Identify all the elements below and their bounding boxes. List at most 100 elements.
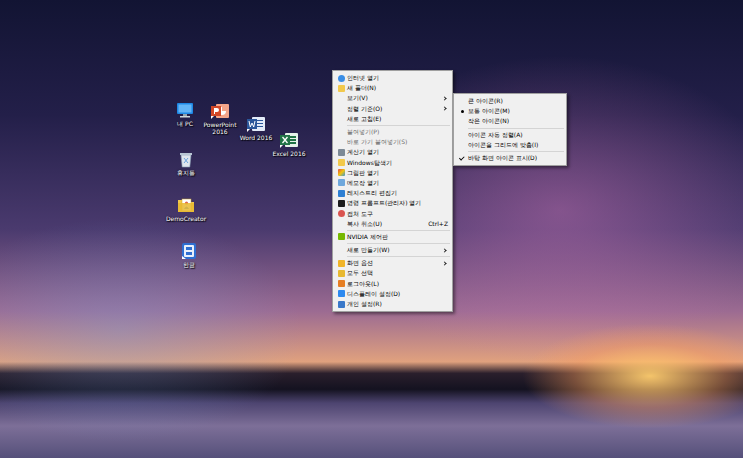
powerpoint-icon[interactable] (210, 101, 230, 121)
radio-menu-item[interactable]: 보통 아이콘(M) (454, 106, 566, 116)
desktop-icon-label[interactable]: 한글 (183, 262, 195, 269)
menu-item[interactable]: 복사 취소(U) Ctrl+Z (333, 219, 452, 229)
desktop-icon[interactable]: 내 PC (163, 100, 207, 128)
menu-item-label[interactable]: 아이콘 자동 정렬(A) (468, 132, 562, 138)
menu-item[interactable]: 새 폴더(N) (333, 83, 452, 93)
menu-item-label[interactable]: 보기(V) (347, 95, 443, 101)
desktop-icon[interactable]: Excel 2016 (267, 130, 311, 158)
menu-item[interactable]: 인터넷 열기 (333, 73, 452, 83)
menu-item[interactable]: Windows탐색기 (333, 158, 452, 168)
paint-icon (338, 169, 345, 176)
menu-item[interactable]: 로그아웃(L) (333, 279, 452, 289)
folder-app-icon[interactable] (176, 195, 196, 215)
menu-item-label: 붙여넣기(P) (347, 129, 448, 135)
menu-item[interactable]: 캡처 도구 (333, 208, 452, 218)
menu-item-label[interactable]: 개인 설정(R) (347, 301, 448, 307)
submenu-arrow-icon (442, 248, 446, 252)
checkmark-icon (458, 154, 464, 160)
menu-item-label[interactable]: 바탕 화면 아이콘 표시(D) (468, 155, 562, 161)
menu-item-label[interactable]: 메모장 열기 (347, 180, 448, 186)
desktop[interactable]: 내 PC PowerPoint 2016Word 2016 Excel 2016 휴지… (0, 0, 743, 458)
menu-item-label[interactable]: 캡처 도구 (347, 211, 448, 217)
desktop-icon-label[interactable]: 내 PC (177, 121, 193, 128)
display-icon (338, 290, 345, 297)
menu-item-label[interactable]: Windows탐색기 (347, 160, 448, 166)
desktop-icon-label[interactable]: DemoCreator (166, 216, 206, 223)
terminal-icon (338, 200, 345, 207)
menu-item-label[interactable]: 아이콘을 그리드에 맞춤(I) (468, 142, 562, 148)
menu-item-label[interactable]: 큰 아이콘(R) (468, 98, 562, 104)
menu-item[interactable]: 메모장 열기 (333, 178, 452, 188)
menu-item-label[interactable]: NVIDIA 제어판 (347, 234, 448, 240)
menu-item-label[interactable]: 그림판 열기 (347, 170, 448, 176)
submenu-arrow-icon (442, 261, 446, 265)
desktop-icon-label[interactable]: Word 2016 (240, 135, 273, 142)
menu-separator (347, 256, 450, 257)
desktop-icon[interactable]: PowerPoint 2016 (198, 101, 242, 136)
hangul-icon[interactable] (179, 241, 199, 261)
logout-icon (338, 280, 345, 287)
personalize-icon (338, 301, 345, 308)
menu-item[interactable]: 디스플레이 설정(D) (333, 289, 452, 299)
desktop-icon-label[interactable]: PowerPoint 2016 (198, 122, 242, 136)
folder-icon (338, 85, 345, 92)
menu-item[interactable]: 정렬 기준(O) (333, 104, 452, 114)
menu-item-label[interactable]: 복사 취소(U) (347, 221, 422, 227)
menu-item-label[interactable]: 작은 아이콘(N) (468, 118, 562, 124)
menu-separator (347, 243, 450, 244)
computer-icon[interactable] (175, 100, 195, 120)
desktop-icon[interactable]: Word 2016 (234, 114, 278, 142)
desktop-icon[interactable]: DemoCreator (164, 195, 208, 223)
menu-item[interactable]: 새로 만들기(W) (333, 245, 452, 255)
menu-item[interactable]: 레지스트리 편집기 (333, 188, 452, 198)
calculator-icon (338, 149, 345, 156)
nvidia-icon (338, 233, 345, 240)
menu-item-label[interactable]: 인터넷 열기 (347, 75, 448, 81)
globe-icon (338, 75, 345, 82)
radio-menu-item[interactable]: 작은 아이콘(N) (454, 116, 566, 126)
menu-item-label[interactable]: 계산기 열기 (347, 149, 448, 155)
desktop-icon[interactable]: 휴지통 (164, 149, 208, 177)
select-all-icon (338, 270, 345, 277)
radio-menu-item[interactable]: 큰 아이콘(R) (454, 96, 566, 106)
menu-separator (468, 128, 564, 129)
check-menu-item[interactable]: 아이콘을 그리드에 맞춤(I) (454, 140, 566, 150)
menu-item-label[interactable]: 정렬 기준(O) (347, 106, 443, 112)
notepad-icon (338, 179, 345, 186)
menu-item-label[interactable]: 레지스트리 편집기 (347, 190, 448, 196)
menu-item[interactable]: 명령 프롬프트(관리자) 열기 (333, 198, 452, 208)
scissors-icon (338, 210, 345, 217)
menu-item[interactable]: 계산기 열기 (333, 147, 452, 157)
menu-item[interactable]: NVIDIA 제어판 (333, 232, 452, 242)
radio-dot-icon (461, 110, 464, 113)
desktop-icon-label[interactable]: 휴지통 (177, 170, 195, 177)
menu-item-label[interactable]: 새로 고침(E) (347, 116, 448, 122)
word-icon[interactable] (246, 114, 266, 134)
menu-item-label[interactable]: 새 폴더(N) (347, 85, 448, 91)
menu-item-label[interactable]: 보통 아이콘(M) (468, 108, 562, 114)
menu-item[interactable]: 보기(V) (333, 93, 452, 103)
menu-item-label[interactable]: 로그아웃(L) (347, 281, 448, 287)
menu-separator (347, 230, 450, 231)
menu-item-label[interactable]: 화면 옵션 (347, 260, 443, 266)
menu-item-label[interactable]: 새로 만들기(W) (347, 247, 443, 253)
menu-item[interactable]: 그림판 열기 (333, 168, 452, 178)
excel-icon[interactable] (279, 130, 299, 150)
menu-item[interactable]: 모두 선택 (333, 268, 452, 278)
menu-item[interactable]: 개인 설정(R) (333, 299, 452, 309)
submenu-arrow-icon (442, 107, 446, 111)
menu-item[interactable]: 새로 고침(E) (333, 114, 452, 124)
menu-item-label[interactable]: 명령 프롬프트(관리자) 열기 (347, 200, 448, 206)
folder-icon (338, 159, 345, 166)
desktop-icon[interactable]: 한글 (167, 241, 211, 269)
menu-item[interactable]: 화면 옵션 (333, 258, 452, 268)
menu-item-label[interactable]: 모두 선택 (347, 270, 448, 276)
menu-shortcut: Ctrl+Z (428, 221, 448, 227)
context-menu[interactable]: 인터넷 열기새 폴더(N) 보기(V) 정렬 기준(O) 새로 고침(E) 붙여넣기(P… (332, 70, 453, 312)
recycle-bin-icon[interactable] (176, 149, 196, 169)
desktop-icon-label[interactable]: Excel 2016 (272, 151, 305, 158)
check-menu-item[interactable]: 아이콘 자동 정렬(A) (454, 130, 566, 140)
check-menu-item[interactable]: 바탕 화면 아이콘 표시(D) (454, 153, 566, 163)
menu-item-label[interactable]: 디스플레이 설정(D) (347, 291, 448, 297)
view-submenu[interactable]: 큰 아이콘(R) 보통 아이콘(M) 작은 아이콘(N) 아이콘 자동 정렬(A) 아이… (453, 93, 567, 166)
